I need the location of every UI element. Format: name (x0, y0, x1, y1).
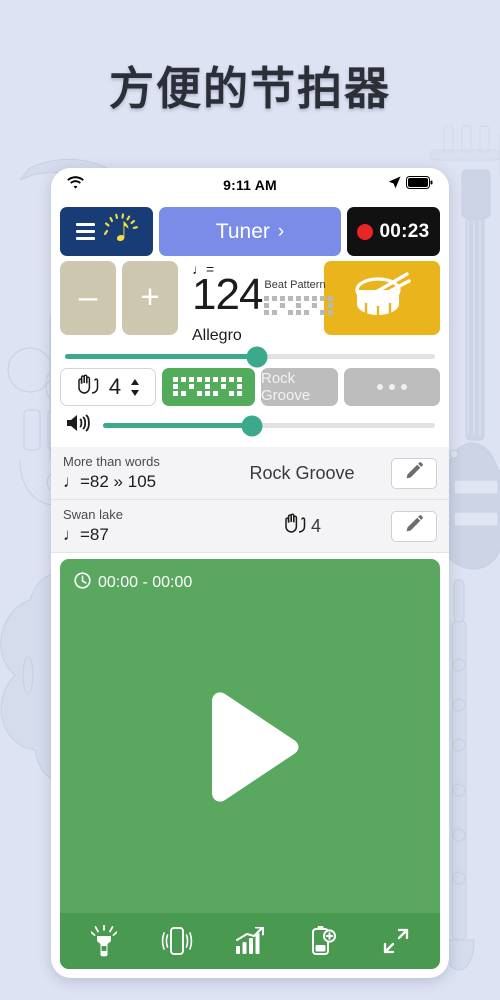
fullscreen-expand-icon (383, 928, 408, 954)
beats-per-bar-stepper[interactable]: 4 (60, 368, 156, 406)
speaker-volume-icon (65, 412, 93, 439)
song-beats: 4 (213, 513, 391, 539)
bpm-value: 124 (192, 270, 263, 319)
beat-pattern-preview-small[interactable] (264, 294, 338, 325)
chevron-right-icon: › (277, 220, 285, 242)
song-beats-value: 4 (310, 515, 321, 536)
pencil-edit-icon (406, 462, 423, 484)
edit-button[interactable] (391, 457, 437, 489)
plus-icon: + (140, 278, 160, 315)
fullscreen-button[interactable] (371, 919, 421, 963)
stepper-updown-icon[interactable] (130, 378, 140, 396)
player-panel: 00:00 - 00:00 (60, 559, 440, 969)
battery-plus-icon (311, 926, 336, 955)
battery-icon (406, 176, 433, 194)
stats-chart-icon (235, 927, 264, 954)
tempo-slider-row (51, 345, 449, 368)
tempo-slider-thumb[interactable] (246, 346, 268, 367)
record-dot-icon (357, 223, 374, 240)
song-groove: Rock Groove (249, 462, 355, 483)
status-bar: 9:11 AM (51, 168, 449, 202)
tempo-display[interactable]: ♩= 124 Beat Pattern Allegro (184, 261, 334, 345)
minus-icon: – (78, 278, 98, 315)
song-tempo: ♩=82 » 105 (63, 471, 157, 491)
metronome-note-icon (102, 212, 138, 251)
volume-slider-thumb[interactable] (241, 415, 263, 436)
vibrate-icon (161, 927, 193, 955)
page-title: 方便的节拍器 (108, 63, 391, 114)
record-timer: 00:23 (379, 220, 430, 242)
beat-pattern-button[interactable] (162, 368, 255, 406)
menu-metronome-button[interactable] (60, 207, 153, 256)
beats-value: 4 (108, 374, 122, 399)
hands-clap-icon (283, 513, 307, 539)
keep-awake-button[interactable] (298, 919, 348, 963)
volume-slider-row (51, 406, 449, 447)
play-triangle-icon (212, 691, 299, 802)
hands-clap-icon (76, 374, 100, 400)
wifi-icon (67, 176, 84, 194)
play-button[interactable] (60, 580, 440, 913)
record-button[interactable]: 00:23 (347, 207, 440, 256)
tempo-slider[interactable] (65, 346, 435, 367)
phone-screen: 9:11 AM Tuner › 00:23 – + ♩= 124 Beat Pa… (51, 168, 449, 978)
beat-pattern-label: Beat Pattern (264, 279, 326, 291)
more-options-button[interactable] (344, 368, 440, 406)
tempo-control-row: – + ♩= 124 Beat Pattern Allegro (51, 256, 449, 345)
volume-slider[interactable] (103, 415, 435, 436)
song-title: Swan lake (63, 507, 123, 523)
dot-icon (401, 384, 407, 390)
dot-icon (377, 384, 383, 390)
flashlight-button[interactable] (79, 919, 129, 963)
tempo-decrease-button[interactable]: – (60, 261, 116, 335)
flashlight-icon (91, 925, 118, 957)
location-arrow-icon (388, 176, 401, 194)
tempo-marking: Allegro (192, 327, 242, 344)
list-item[interactable]: More than words ♩=82 » 105 Rock Groove (51, 447, 449, 500)
tuner-label: Tuner (215, 219, 270, 243)
tempo-increase-button[interactable]: + (122, 261, 178, 335)
snare-drum-icon (351, 268, 413, 329)
hamburger-menu-icon (75, 223, 95, 240)
status-time: 9:11 AM (223, 177, 277, 193)
pattern-button-row: 4 Rock Groove (51, 368, 449, 406)
song-list: More than words ♩=82 » 105 Rock Groove S… (51, 447, 449, 553)
top-control-row: Tuner › 00:23 (51, 202, 449, 256)
stats-button[interactable] (225, 919, 275, 963)
bottom-toolbar (60, 913, 440, 969)
song-title: More than words (63, 454, 160, 470)
drum-sound-button[interactable] (324, 261, 440, 335)
tuner-button[interactable]: Tuner › (159, 207, 341, 256)
groove-preset-button[interactable]: Rock Groove (261, 368, 338, 406)
pencil-edit-icon (406, 515, 423, 537)
song-tempo: ♩=87 (63, 524, 109, 544)
dot-icon (389, 384, 395, 390)
list-item[interactable]: Swan lake ♩=87 4 (51, 500, 449, 553)
edit-button[interactable] (391, 510, 437, 542)
vibrate-button[interactable] (152, 919, 202, 963)
